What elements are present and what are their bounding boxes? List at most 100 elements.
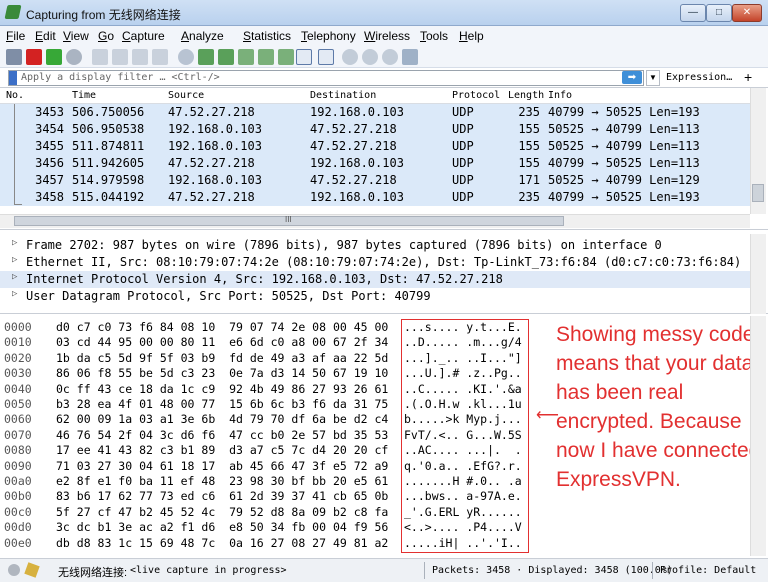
- go-forward-icon[interactable]: [218, 49, 234, 65]
- colorize-icon[interactable]: [318, 49, 334, 65]
- hex-hex[interactable]: 86 06 f8 55 be 5d c3 23 0e 7a d3 14 50 6…: [56, 366, 388, 380]
- menu-edit[interactable]: Edit: [35, 29, 56, 43]
- hex-hex[interactable]: e2 8f e1 f0 ba 11 ef 48 23 98 30 bf bb 2…: [56, 474, 388, 488]
- table-row[interactable]: 3453 506.750056 47.52.27.218 192.168.0.103 U…: [0, 104, 750, 121]
- expand-arrow-icon[interactable]: ▷: [12, 255, 17, 265]
- menu-go[interactable]: Go: [98, 29, 114, 43]
- cell-time: 506.750056: [72, 105, 145, 119]
- hex-off[interactable]: 0050: [4, 397, 32, 411]
- detail-udp[interactable]: ▷ User Datagram Protocol, Src Port: 5052…: [0, 288, 750, 305]
- expression-button[interactable]: Expression…: [666, 72, 732, 83]
- hex-hex[interactable]: b3 28 ea 4f 01 48 00 77 15 6b 6c b3 f6 d…: [56, 397, 388, 411]
- expand-arrow-icon[interactable]: ▷: [12, 238, 17, 248]
- apply-filter-button[interactable]: ➡: [622, 71, 642, 84]
- go-first-packet-icon[interactable]: [258, 49, 274, 65]
- menu-wireless[interactable]: Wireless: [364, 29, 410, 43]
- detail-frame[interactable]: ▷ Frame 2702: 987 bytes on wire (7896 bi…: [0, 237, 750, 254]
- menu-help[interactable]: Help: [459, 29, 484, 43]
- hex-off[interactable]: 00e0: [4, 536, 32, 550]
- menu-analyze[interactable]: Analyze: [181, 29, 224, 43]
- details-vscrollbar[interactable]: [750, 234, 766, 314]
- column-length[interactable]: Length: [508, 90, 544, 101]
- find-packet-icon[interactable]: [178, 49, 194, 65]
- hex-hex[interactable]: 71 03 27 30 04 61 18 17 ab 45 66 47 3f e…: [56, 459, 388, 473]
- table-row[interactable]: 3454 506.950538 192.168.0.103 47.52.27.218 U…: [0, 121, 750, 138]
- expand-arrow-icon[interactable]: ▷: [12, 272, 17, 282]
- zoom-normal-icon[interactable]: [382, 49, 398, 65]
- display-filter-input[interactable]: Apply a display filter … <Ctrl-/>: [8, 70, 644, 86]
- menu-telephony[interactable]: Telephony: [301, 29, 356, 43]
- bytes-vscrollbar[interactable]: [750, 316, 766, 556]
- hex-off[interactable]: 00a0: [4, 474, 32, 488]
- resize-columns-icon[interactable]: [402, 49, 418, 65]
- column-source[interactable]: Source: [168, 90, 204, 101]
- column-protocol[interactable]: Protocol: [452, 90, 500, 101]
- open-file-icon[interactable]: [92, 49, 108, 65]
- restart-capture-icon[interactable]: [46, 49, 62, 65]
- hex-off[interactable]: 0060: [4, 412, 32, 426]
- hex-off[interactable]: 0030: [4, 366, 32, 380]
- hex-hex[interactable]: db d8 83 1c 15 69 48 7c 0a 16 27 08 27 4…: [56, 536, 388, 550]
- packet-list-vscroll-thumb[interactable]: [752, 184, 764, 202]
- hex-hex[interactable]: 1b da c5 5d 9f 5f 03 b9 fd de 49 a3 af a…: [56, 351, 388, 365]
- close-file-icon[interactable]: [132, 49, 148, 65]
- column-time[interactable]: Time: [72, 90, 96, 101]
- hex-off[interactable]: 0020: [4, 351, 32, 365]
- hex-hex[interactable]: 03 cd 44 95 00 00 80 11 e6 6d c0 a8 00 6…: [56, 335, 388, 349]
- autoscroll-icon[interactable]: [296, 49, 312, 65]
- hex-hex[interactable]: 83 b6 17 62 77 73 ed c6 61 2d 39 37 41 c…: [56, 489, 388, 503]
- hex-off[interactable]: 0080: [4, 443, 32, 457]
- hex-off[interactable]: 0090: [4, 459, 32, 473]
- hex-hex[interactable]: 5f 27 cf 47 b2 45 52 4c 79 52 d8 8a 09 b…: [56, 505, 388, 519]
- hex-hex[interactable]: 3c dc b1 3e ac a2 f1 d6 e8 50 34 fb 00 0…: [56, 520, 388, 534]
- hex-hex[interactable]: d0 c7 c0 73 f6 84 08 10 79 07 74 2e 08 0…: [56, 320, 388, 334]
- menu-statistics[interactable]: Statistics: [243, 29, 291, 43]
- menu-tools[interactable]: Tools: [420, 29, 448, 43]
- zoom-in-icon[interactable]: [342, 49, 358, 65]
- hex-hex[interactable]: 46 76 54 2f 04 3c d6 f6 47 cc b0 2e 57 b…: [56, 428, 388, 442]
- cell-dst: 192.168.0.103: [310, 105, 404, 119]
- menu-file[interactable]: File: [6, 29, 25, 43]
- packet-list-hscroll-thumb[interactable]: III: [14, 215, 564, 226]
- column-no[interactable]: No.: [6, 90, 24, 101]
- expand-arrow-icon[interactable]: ▷: [12, 289, 17, 299]
- hex-off[interactable]: 0040: [4, 382, 32, 396]
- stop-capture-icon[interactable]: [26, 49, 42, 65]
- close-button[interactable]: ✕: [732, 4, 762, 22]
- status-profile[interactable]: Profile: Default: [660, 565, 756, 576]
- maximize-button[interactable]: □: [706, 4, 732, 22]
- hex-off[interactable]: 00b0: [4, 489, 32, 503]
- menu-view[interactable]: View: [63, 29, 89, 43]
- column-destination[interactable]: Destination: [310, 90, 376, 101]
- hex-off[interactable]: 0010: [4, 335, 32, 349]
- minimize-button[interactable]: —: [680, 4, 706, 22]
- table-row[interactable]: 3456 511.942605 47.52.27.218 192.168.0.103 U…: [0, 155, 750, 172]
- table-row[interactable]: 3458 515.044192 47.52.27.218 192.168.0.103 U…: [0, 189, 750, 206]
- capture-options-icon[interactable]: [66, 49, 82, 65]
- detail-ethernet[interactable]: ▷ Ethernet II, Src: 08:10:79:07:74:2e (0…: [0, 254, 750, 271]
- go-last-packet-icon[interactable]: [278, 49, 294, 65]
- save-file-icon[interactable]: [112, 49, 128, 65]
- capture-comment-icon[interactable]: [24, 562, 40, 578]
- filter-history-dropdown[interactable]: ▼: [646, 70, 660, 86]
- go-back-icon[interactable]: [198, 49, 214, 65]
- hex-off[interactable]: 0000: [4, 320, 32, 334]
- column-info[interactable]: Info: [548, 90, 572, 101]
- hex-hex[interactable]: 0c ff 43 ce 18 da 1c c9 92 4b 49 86 27 9…: [56, 382, 388, 396]
- start-capture-icon[interactable]: [6, 49, 22, 65]
- zoom-out-icon[interactable]: [362, 49, 378, 65]
- menu-capture[interactable]: Capture: [122, 29, 165, 43]
- detail-ipv4[interactable]: ▷ Internet Protocol Version 4, Src: 192.…: [0, 271, 750, 288]
- hex-hex[interactable]: 17 ee 41 43 82 c3 b1 89 d3 a7 c5 7c d4 2…: [56, 443, 388, 457]
- reload-file-icon[interactable]: [152, 49, 168, 65]
- go-to-packet-icon[interactable]: [238, 49, 254, 65]
- hex-off[interactable]: 0070: [4, 428, 32, 442]
- hex-hex[interactable]: 62 00 09 1a 03 a1 3e 6b 4d 79 70 df 6a b…: [56, 412, 388, 426]
- hex-off[interactable]: 00c0: [4, 505, 32, 519]
- hex-off[interactable]: 00d0: [4, 520, 32, 534]
- filter-bookmark-icon[interactable]: [9, 71, 17, 85]
- expert-info-icon[interactable]: [8, 564, 20, 576]
- add-filter-button[interactable]: +: [744, 69, 752, 85]
- table-row[interactable]: 3457 514.979598 192.168.0.103 47.52.27.218 U…: [0, 172, 750, 189]
- table-row[interactable]: 3455 511.874811 192.168.0.103 47.52.27.218 U…: [0, 138, 750, 155]
